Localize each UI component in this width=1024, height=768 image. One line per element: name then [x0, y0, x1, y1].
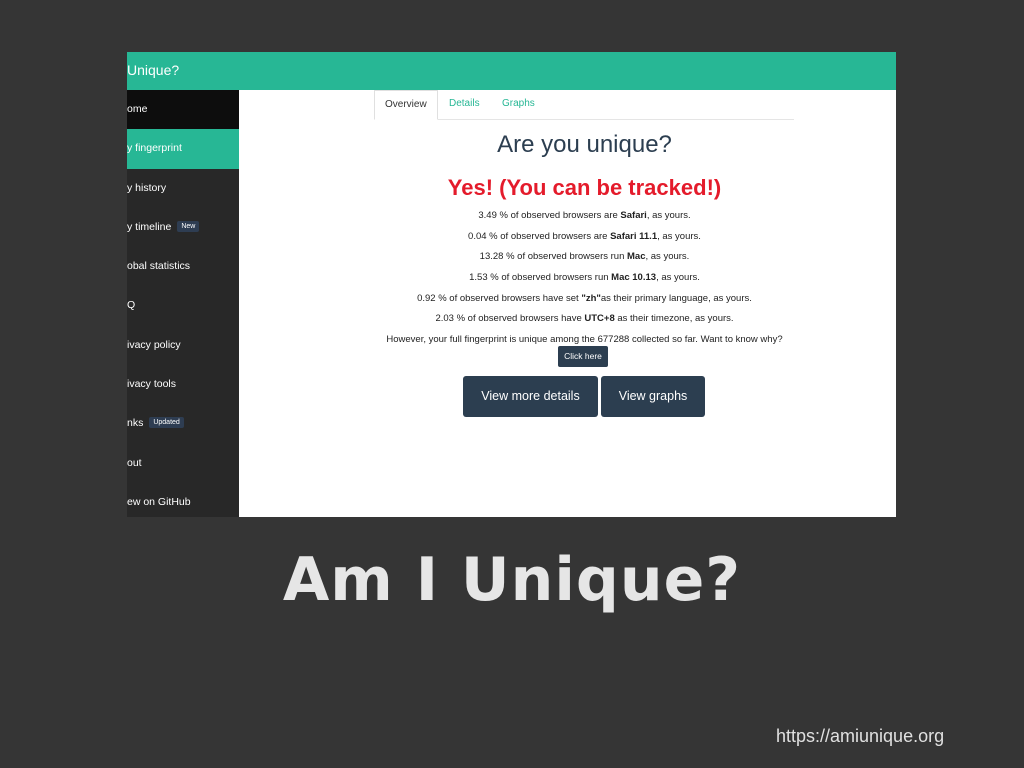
- sidebar-item-label: obal statistics: [127, 260, 191, 273]
- unique-summary: However, your full fingerprint is unique…: [386, 334, 783, 345]
- tab-bar: Overview Details Graphs: [374, 90, 794, 120]
- stat-line: 1.53 % of observed browsers run Mac 10.1…: [469, 272, 700, 283]
- sidebar-item-my-timeline[interactable]: y timeline New: [127, 208, 239, 247]
- new-badge: New: [177, 220, 200, 232]
- sidebar-item-privacy-policy[interactable]: ivacy policy: [127, 326, 239, 365]
- sidebar: ome y fingerprint y history y timeline Ne…: [127, 90, 239, 517]
- view-more-details-button[interactable]: View more details: [463, 376, 598, 417]
- stat-line: 2.03 % of observed browsers have UTC+8 a…: [435, 313, 734, 324]
- sidebar-item-label: y timeline: [127, 220, 172, 233]
- sidebar-item-label: out: [127, 456, 142, 469]
- click-here-button[interactable]: Click here: [558, 346, 608, 367]
- brand-title[interactable]: Unique?: [127, 62, 179, 78]
- tab-details[interactable]: Details: [439, 90, 490, 118]
- tracking-verdict: Yes! (You can be tracked!): [447, 175, 722, 200]
- sidebar-item-label: Q: [127, 299, 136, 312]
- sidebar-item-view-on-github[interactable]: ew on GitHub: [127, 483, 239, 517]
- sidebar-item-label: ome: [127, 103, 148, 115]
- sidebar-item-links[interactable]: nks Updated: [127, 404, 239, 443]
- main-content: Overview Details Graphs Are you unique? …: [239, 90, 896, 517]
- sidebar-item-my-history[interactable]: y history: [127, 169, 239, 208]
- sidebar-item-label: ivacy policy: [127, 338, 181, 351]
- sidebar-item-label: y fingerprint: [127, 142, 182, 155]
- page-heading: Are you unique?: [497, 131, 672, 158]
- stat-line: 13.28 % of observed browsers run Mac, as…: [479, 251, 690, 262]
- sidebar-item-about[interactable]: out: [127, 444, 239, 483]
- sidebar-item-label: ew on GitHub: [127, 495, 191, 508]
- sidebar-item-label: nks: [127, 417, 144, 430]
- sidebar-item-my-fingerprint[interactable]: y fingerprint: [127, 129, 239, 169]
- updated-badge: Updated: [149, 417, 184, 429]
- source-url: https://amiunique.org: [776, 726, 945, 746]
- stat-line: 0.92 % of observed browsers have set "zh…: [417, 293, 752, 304]
- view-graphs-button[interactable]: View graphs: [601, 376, 705, 417]
- sidebar-item-label: ivacy tools: [127, 378, 177, 391]
- tab-graphs[interactable]: Graphs: [492, 90, 545, 118]
- sidebar-item-faq[interactable]: Q: [127, 286, 239, 325]
- sidebar-item-label: y history: [127, 181, 167, 194]
- slide-title: Am I Unique?: [282, 545, 742, 615]
- sidebar-item-global-statistics[interactable]: obal statistics: [127, 247, 239, 286]
- sidebar-item-home[interactable]: ome: [127, 90, 239, 130]
- top-navbar: Unique?: [127, 52, 896, 90]
- website-screenshot: Unique? ome y fingerprint y history y ti…: [127, 52, 896, 517]
- sidebar-item-privacy-tools[interactable]: ivacy tools: [127, 365, 239, 404]
- tab-overview[interactable]: Overview: [374, 90, 438, 120]
- stat-line: 3.49 % of observed browsers are Safari, …: [478, 210, 691, 221]
- stat-line: 0.04 % of observed browsers are Safari 1…: [468, 231, 701, 242]
